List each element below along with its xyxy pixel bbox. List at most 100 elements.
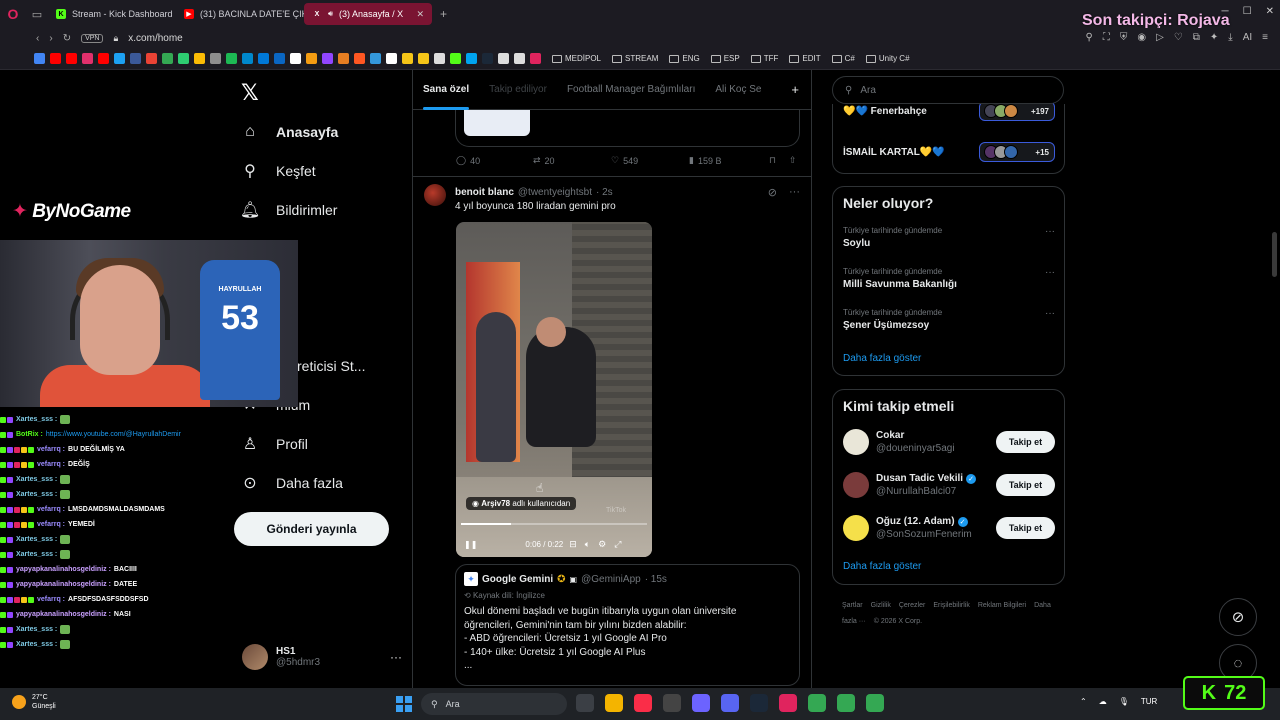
taskbar-search[interactable]: ⚲ Ara (421, 693, 567, 715)
bookmark-favicon-icon[interactable] (418, 53, 429, 64)
taskbar-app-icon[interactable] (808, 694, 826, 712)
bookmark-favicon-icon[interactable] (210, 53, 221, 64)
taskbar-app-icon[interactable] (721, 694, 739, 712)
chat-username[interactable]: Xartes_sss : (16, 547, 57, 562)
chat-username[interactable]: yapyapkanalinahosgeldiniz : (16, 577, 111, 592)
taskbar-app-icon[interactable] (634, 694, 652, 712)
fullscreen-icon[interactable]: ⤢ (614, 539, 621, 550)
chat-username[interactable]: Xartes_sss : (16, 622, 57, 637)
chat-username[interactable]: vefarrq : (37, 517, 65, 532)
url-input[interactable]: x.com/home (128, 33, 182, 44)
download-icon[interactable]: ⤓ (1228, 32, 1232, 43)
chat-username[interactable]: Xartes_sss : (16, 412, 57, 427)
chevron-up-icon[interactable]: ⌃ (1080, 697, 1087, 706)
views-button[interactable]: ▮ 159 B (689, 155, 769, 166)
nav-item[interactable]: ⊙ Daha fazla (240, 463, 365, 502)
chat-username[interactable]: vefarrq : (37, 502, 65, 517)
more-icon[interactable]: ··· (390, 650, 402, 664)
account-switcher[interactable]: HS1 @5hdmr3 ··· (242, 644, 402, 670)
bookmark-favicon-icon[interactable] (114, 53, 125, 64)
bookmark-folder[interactable]: MEDİPOL (552, 54, 601, 63)
taskbar-app-icon[interactable] (576, 694, 594, 712)
ai-icon[interactable]: AI (1243, 32, 1252, 43)
bookmark-favicon-icon[interactable] (178, 53, 189, 64)
follow-name[interactable]: Cokar (876, 430, 955, 441)
bookmark-favicon-icon[interactable] (50, 53, 61, 64)
bookmark-favicon-icon[interactable] (34, 53, 45, 64)
bookmark-favicon-icon[interactable] (194, 53, 205, 64)
chat-username[interactable]: vefarrq : (37, 592, 65, 607)
minimize-icon[interactable]: ─ (1222, 6, 1229, 17)
vpn-badge[interactable]: VPN (81, 33, 104, 43)
bookmark-favicon-icon[interactable] (290, 53, 301, 64)
quoted-post[interactable]: ✦ Google Gemini ✪ ▣ @GeminiApp · 15s ⟲ K… (455, 564, 800, 686)
bookmark-favicon-icon[interactable] (466, 53, 477, 64)
bookmark-favicon-icon[interactable] (482, 53, 493, 64)
chat-username[interactable]: Xartes_sss : (16, 487, 57, 502)
footer-link[interactable]: Reklam Bilgileri (978, 602, 1026, 609)
language-indicator[interactable]: TUR (1141, 697, 1157, 706)
nav-item[interactable]: ⌂ Anasayfa (240, 112, 365, 151)
bookmark-favicon-icon[interactable] (82, 53, 93, 64)
bookmark-folder[interactable]: TFF (750, 54, 778, 63)
tab-list-icon[interactable]: ▭ (26, 0, 48, 28)
bookmark-favicon-icon[interactable] (530, 53, 541, 64)
quote-author-handle[interactable]: @GeminiApp (581, 574, 641, 585)
bookmark-favicon-icon[interactable] (338, 53, 349, 64)
search-input[interactable]: ⚲ Ara (832, 76, 1064, 104)
avatar[interactable] (843, 472, 869, 498)
footer-link[interactable]: Erişilebilirlik (933, 602, 970, 609)
chat-username[interactable]: Xartes_sss : (16, 637, 57, 652)
reply-button[interactable]: ◯ 40 (456, 155, 533, 166)
bookmark-favicon-icon[interactable] (66, 53, 77, 64)
bookmark-favicon-icon[interactable] (450, 53, 461, 64)
pin-icon[interactable]: ⚲ (1086, 32, 1093, 43)
chat-username[interactable]: BotRix : (16, 427, 43, 442)
reload-icon[interactable]: ↻ (63, 33, 71, 44)
tab-x-home[interactable]: X 🔊︎ (3) Anasayfa / X ✕ (304, 3, 432, 25)
follow-name[interactable]: Oğuz (12. Adam) ✓ (876, 516, 972, 527)
add-tab-icon[interactable]: + (791, 82, 799, 97)
more-icon[interactable]: ··· (1045, 226, 1055, 237)
bookmark-favicon-icon[interactable] (274, 53, 285, 64)
captions-icon[interactable]: ⊟ (569, 539, 577, 550)
volume-icon[interactable]: 🔈︎ (585, 539, 590, 550)
follow-button[interactable]: Takip et (996, 517, 1055, 539)
avatar[interactable] (843, 429, 869, 455)
community-row[interactable]: 💛💙 Fenerbahçe +197 (843, 101, 1055, 121)
settings-icon[interactable]: ⚙ (598, 539, 606, 550)
windows-start-icon[interactable] (396, 696, 412, 712)
puzzle-icon[interactable]: ✦ (1210, 32, 1218, 43)
tab-following[interactable]: Takip ediliyor (479, 70, 557, 110)
tab-ali-koc[interactable]: Ali Koç Se (705, 70, 771, 110)
video-progress-bar[interactable] (461, 523, 647, 525)
chat-username[interactable]: vefarrq : (37, 457, 65, 472)
follow-suggestion[interactable]: Dusan Tadic Vekili ✓ @NurullahBalci07 Takip… (843, 470, 1055, 500)
cloud-icon[interactable]: ☁ (1099, 697, 1107, 706)
post-time[interactable]: · 2s (596, 187, 613, 198)
bookmark-favicon-icon[interactable] (514, 53, 525, 64)
chat-username[interactable]: Xartes_sss : (16, 532, 57, 547)
close-tab-icon[interactable]: ✕ (416, 9, 424, 20)
grok-icon[interactable]: ⊘ (1219, 598, 1257, 636)
bookmark-favicon-icon[interactable] (386, 53, 397, 64)
opera-logo-icon[interactable]: O (0, 0, 26, 28)
chat-username[interactable]: Xartes_sss : (16, 472, 57, 487)
taskbar-app-icon[interactable] (605, 694, 623, 712)
show-more-link[interactable]: Daha fazla göster (843, 353, 921, 364)
bookmark-favicon-icon[interactable] (498, 53, 509, 64)
bookmark-favicon-icon[interactable] (402, 53, 413, 64)
like-button[interactable]: ♡ 549 (611, 155, 689, 166)
post-button[interactable]: Gönderi yayınla (234, 512, 389, 546)
footer-link[interactable]: Gizlilik (871, 602, 891, 609)
bookmark-folder[interactable]: Unity C# (865, 54, 910, 63)
more-icon[interactable]: ··· (1045, 308, 1055, 319)
chat-username[interactable]: yapyapkanalinahosgeldiniz : (16, 562, 111, 577)
trend-item[interactable]: Türkiye tarihinde gündemde Şener Üşümezs… (843, 308, 1055, 331)
follow-suggestion[interactable]: Cokar @doueninyar5agi Takip et (843, 427, 1055, 457)
x-logo-icon[interactable]: 𝕏 (241, 80, 259, 106)
bookmark-folder[interactable]: STREAM (612, 54, 658, 63)
bookmark-favicon-icon[interactable] (146, 53, 157, 64)
quote-author-name[interactable]: Google Gemini (482, 574, 553, 585)
bookmark-favicon-icon[interactable] (242, 53, 253, 64)
